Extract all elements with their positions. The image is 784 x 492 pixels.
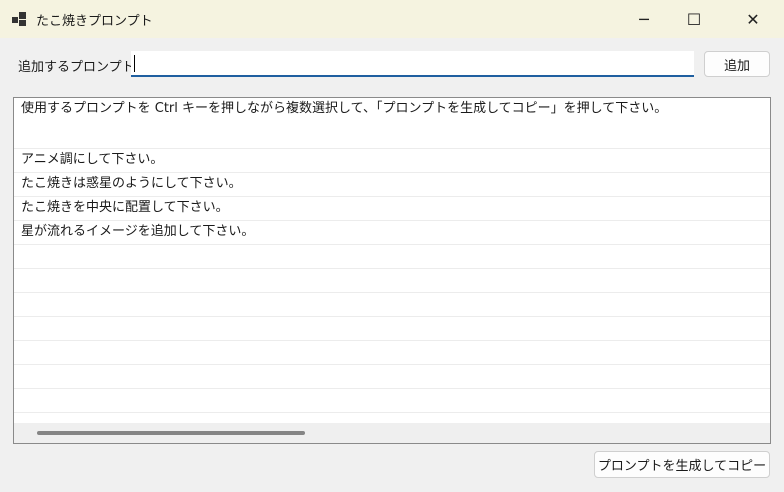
list-item[interactable]: アニメ調にして下さい。 bbox=[14, 149, 770, 173]
list-item[interactable]: たこ焼きを中央に配置して下さい。 bbox=[14, 197, 770, 221]
window-title: たこ焼きプロンプト bbox=[36, 14, 153, 29]
prompt-input[interactable] bbox=[131, 51, 694, 77]
list-item[interactable]: 使用するプロンプトを Ctrl キーを押しながら複数選択して、「プロンプトを生成… bbox=[14, 98, 770, 149]
empty-row bbox=[14, 293, 770, 317]
close-button[interactable]: ✕ bbox=[725, 0, 781, 38]
empty-row bbox=[14, 269, 770, 293]
empty-row bbox=[14, 341, 770, 365]
generate-copy-button[interactable]: プロンプトを生成してコピー bbox=[594, 451, 770, 478]
scrollbar-thumb[interactable] bbox=[37, 431, 305, 435]
empty-row bbox=[14, 317, 770, 341]
empty-row bbox=[14, 389, 770, 413]
empty-row bbox=[14, 365, 770, 389]
maximize-button[interactable]: ☐ bbox=[666, 0, 722, 38]
app-icon bbox=[12, 12, 26, 26]
list-item[interactable]: たこ焼きは惑星のようにして下さい。 bbox=[14, 173, 770, 197]
title-bar: たこ焼きプロンプト ─ ☐ ✕ bbox=[0, 0, 784, 38]
minimize-button[interactable]: ─ bbox=[616, 0, 672, 38]
add-button[interactable]: 追加 bbox=[704, 51, 770, 77]
prompt-list[interactable]: 使用するプロンプトを Ctrl キーを押しながら複数選択して、「プロンプトを生成… bbox=[13, 97, 771, 444]
horizontal-scrollbar[interactable] bbox=[14, 423, 770, 443]
list-item[interactable]: 星が流れるイメージを追加して下さい。 bbox=[14, 221, 770, 245]
prompt-label: 追加するプロンプト bbox=[18, 60, 135, 75]
empty-row bbox=[14, 245, 770, 269]
